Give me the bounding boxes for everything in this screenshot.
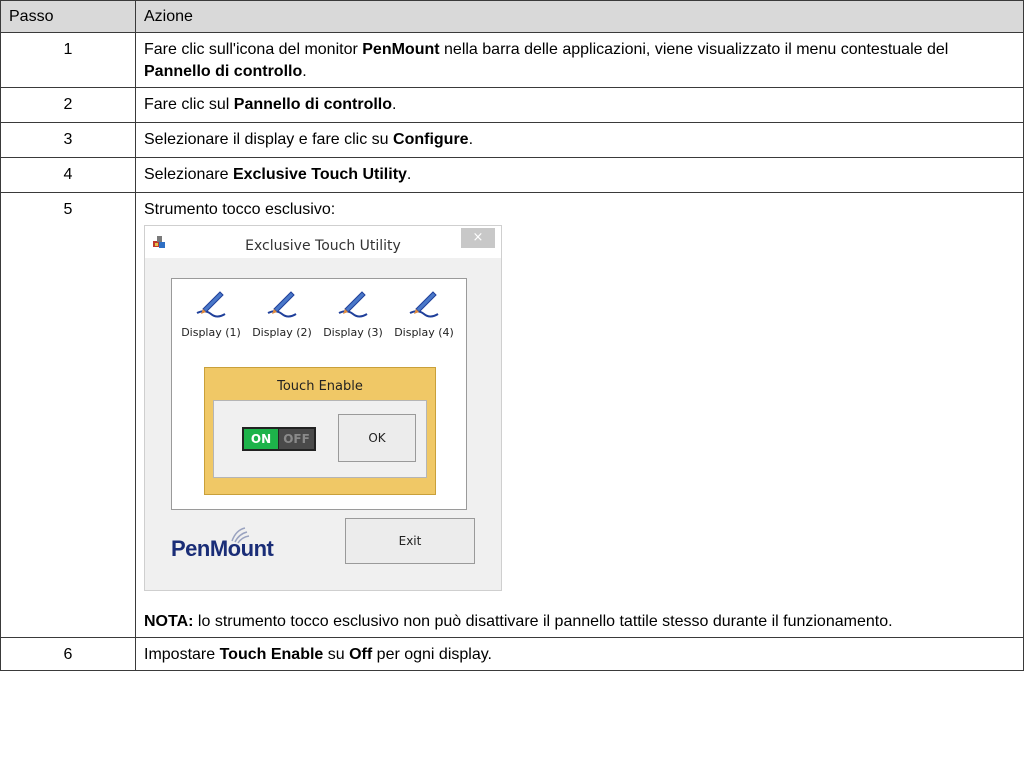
header-azione: Azione [135,0,1024,33]
toggle-on-label: ON [244,429,278,449]
step-action: Selezionare il display e fare clic su Co… [135,122,1024,158]
step-intro: Strumento tocco esclusivo: [144,201,336,218]
action-text: Fare clic sul [144,96,234,113]
bold-term: Exclusive Touch Utility [232,166,407,183]
action-text: . [392,96,397,113]
bold-term: PenMount [362,41,440,58]
step-number: 1 [0,32,136,88]
step-number: 4 [0,157,136,193]
action-text: . [468,131,474,148]
touch-enable-group: Touch Enable ON OFF OK [204,367,436,495]
action-text: Fare clic sull'icona del monitor [144,41,363,58]
step-action: Fare clic sul Pannello di controllo. [135,87,1024,123]
display-label: Display (2) [252,326,312,339]
display-1-item[interactable]: Display (1) [176,287,246,344]
bold-term: Configure [393,131,469,148]
displays-panel: Display (1) Display (2) Display (3) Disp… [171,278,467,510]
step-number: 2 [0,87,136,123]
dialog-titlebar: Exclusive Touch Utility × [145,226,501,258]
bold-term: Pannello di controllo [144,63,303,80]
step-number: 3 [0,122,136,158]
action-text: nella barra delle applicazioni, viene vi… [439,41,949,58]
display-2-item[interactable]: Display (2) [247,287,317,344]
step-number: 5 [0,192,136,638]
table-row: 6 Impostare Touch Enable su Off per ogni… [0,637,1024,671]
touch-enable-title: Touch Enable [277,379,363,394]
pen-icon [196,291,226,318]
touch-enable-inner: ON OFF OK [213,400,427,478]
ok-button[interactable]: OK [338,414,416,462]
step-action: Impostare Touch Enable su Off per ogni d… [135,637,1024,671]
action-text: . [406,166,412,183]
pen-icon [338,291,368,318]
dialog-title: Exclusive Touch Utility [245,238,401,254]
display-label: Display (4) [394,326,454,339]
touch-enable-toggle[interactable]: ON OFF [242,427,316,451]
exclusive-touch-dialog: Exclusive Touch Utility × Display (1) Di… [144,225,502,591]
bold-term: Pannello di controllo [233,96,393,113]
note-text: lo strumento tocco esclusivo non può dis… [193,613,893,630]
table-row: 5 Strumento tocco esclusivo: Exclusive T… [0,192,1024,638]
step-action: Selezionare Exclusive Touch Utility. [135,157,1024,193]
display-label: Display (1) [181,326,241,339]
steps-table: Passo Azione 1 Fare clic sull'icona del … [0,0,1024,671]
display-label: Display (3) [323,326,383,339]
action-text: Selezionare [144,166,233,183]
table-row: 4 Selezionare Exclusive Touch Utility. [0,157,1024,193]
penmount-logo: PenMount [171,526,291,566]
step-action: Strumento tocco esclusivo: Exclusive Tou… [135,192,1024,638]
step-note: NOTA: lo strumento tocco esclusivo non p… [144,611,1015,633]
display-3-item[interactable]: Display (3) [318,287,388,344]
toggle-off-label: OFF [279,429,314,449]
pen-icon [409,291,439,318]
bold-term: Touch Enable [219,646,324,663]
step-action: Fare clic sull'icona del monitor PenMoun… [135,32,1024,88]
bold-term: Off [349,646,373,663]
header-passo: Passo [0,0,136,33]
exit-button[interactable]: Exit [345,518,475,564]
table-row: 1 Fare clic sull'icona del monitor PenMo… [0,32,1024,88]
action-text: Selezionare il display e fare clic su [144,131,394,148]
display-4-item[interactable]: Display (4) [389,287,459,344]
action-text: su [323,646,350,663]
logo-text: PenMount [171,536,274,561]
step-number: 6 [0,637,136,671]
table-header-row: Passo Azione [0,0,1024,33]
action-text: . [302,63,307,80]
action-text: per ogni display. [372,646,492,663]
action-text: Impostare [144,646,220,663]
table-row: 3 Selezionare il display e fare clic su … [0,122,1024,158]
close-button[interactable]: × [461,228,495,248]
note-label: NOTA: [144,613,194,630]
table-row: 2 Fare clic sul Pannello di controllo. [0,87,1024,123]
pen-icon [267,291,297,318]
